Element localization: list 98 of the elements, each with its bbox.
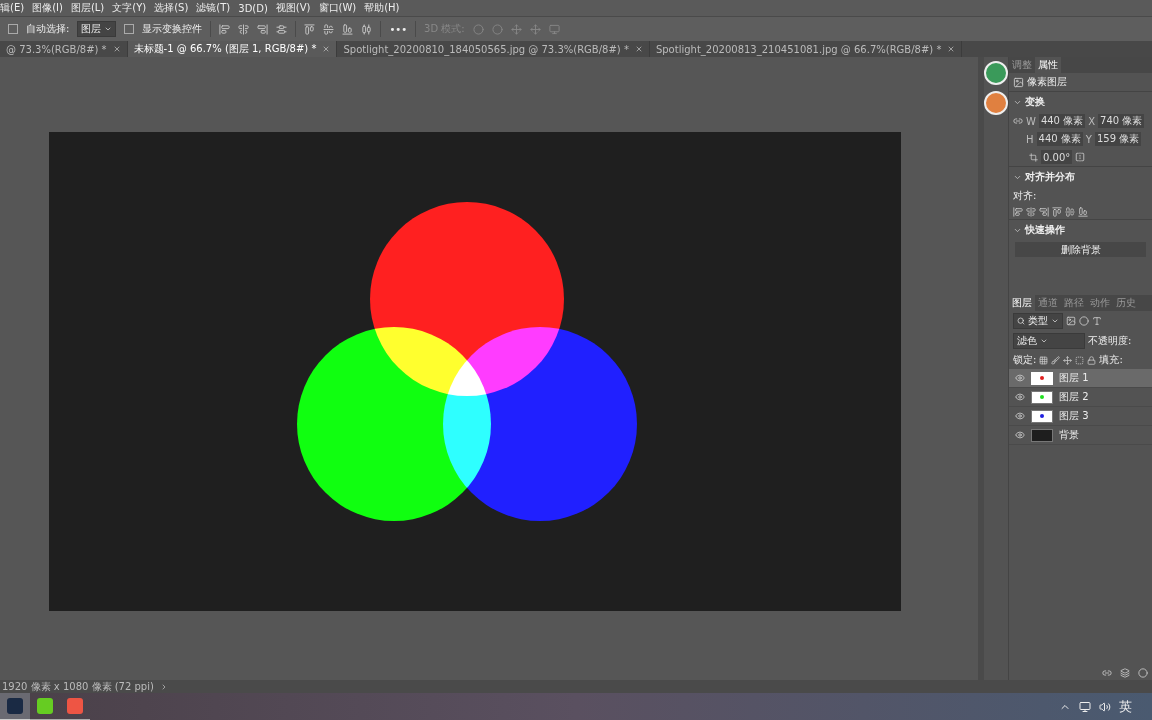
fill-label: 填充: [1099,353,1123,367]
menu-item[interactable]: 视图(V) [275,1,311,15]
menu-item[interactable]: 3D(D) [238,2,268,14]
layer-row[interactable]: 背景 [1009,426,1152,445]
menu-item[interactable]: 选择(S) [154,1,189,15]
align-icon[interactable] [1013,207,1023,217]
align-icon[interactable] [361,23,373,35]
align-label: 对齐: [1013,189,1037,203]
section-title: 对齐并分布 [1025,170,1075,184]
grid-icon[interactable] [1039,355,1049,365]
volume-icon[interactable] [1099,700,1111,713]
panel-tab[interactable]: 通道 [1035,295,1061,311]
target-dropdown[interactable]: 图层 [77,21,117,37]
checkbox[interactable] [124,24,135,34]
3d-tool-icon[interactable] [548,23,560,35]
close-icon[interactable] [322,45,331,53]
monitor-icon[interactable] [1079,700,1091,713]
panel-tab[interactable]: 调整 [1009,57,1035,73]
align-icon[interactable] [238,23,250,35]
field-label: W [1026,115,1036,127]
brush-icon[interactable] [1051,355,1061,365]
panel-tab[interactable]: 动作 [1087,295,1113,311]
auto-select-label: 自动选择: [26,22,70,36]
menu-item[interactable]: 图层(L) [70,1,105,15]
remove-background-button[interactable]: 删除背景 [1015,242,1146,257]
align-icon[interactable] [323,23,335,35]
layers-icon[interactable] [1120,668,1130,678]
close-icon[interactable] [634,45,643,53]
field-label: Y [1085,133,1092,145]
align-icon[interactable] [1039,207,1049,217]
x-field[interactable]: 740 像素 [1098,114,1145,128]
close-icon[interactable] [947,45,956,53]
section-title: 快速操作 [1025,223,1065,237]
caret-icon [1040,337,1048,345]
align-icon[interactable] [304,23,316,35]
lock-label: 锁定: [1013,353,1037,367]
layer-row[interactable]: 图层 1 [1009,369,1152,388]
y-field[interactable]: 159 像素 [1094,132,1142,146]
align-icon[interactable] [1065,207,1075,217]
show-transform-label: 显示变换控件 [142,22,203,36]
checkbox[interactable] [8,24,18,34]
input-method-indicator[interactable]: 英 [1119,697,1132,716]
align-icon[interactable] [1078,207,1088,217]
menu-item[interactable]: 文字(Y) [112,1,147,15]
blend-mode-dropdown[interactable]: 滤色 [1013,333,1085,349]
layer-name: 图层 3 [1059,409,1089,423]
document-tab[interactable]: 未标题-1 @ 66.7% (图层 1, RGB/8#) * [127,41,338,57]
panel-tab[interactable]: 属性 [1035,57,1061,73]
search-icon [1017,317,1025,325]
opacity-label: 不透明度: [1088,334,1132,348]
3d-tool-icon[interactable] [510,23,522,35]
panel-tab[interactable]: 历史 [1113,295,1139,311]
align-icon[interactable] [257,23,269,35]
align-icon[interactable] [276,23,288,35]
caret-icon [1051,317,1059,325]
image-icon[interactable] [1066,316,1076,326]
layer-name: 图层 1 [1059,371,1089,385]
align-icon[interactable] [219,23,231,35]
layer-name: 背景 [1059,428,1079,442]
width-field[interactable]: 440 像素 [1038,114,1086,128]
link-icon[interactable] [1013,116,1023,126]
more-button[interactable]: ••• [389,23,408,35]
menu-item[interactable]: 图像(I) [32,1,63,15]
menu-item[interactable]: 窗口(W) [318,1,357,15]
field-label: X [1088,115,1095,127]
height-field[interactable]: 440 像素 [1036,132,1083,146]
caret-icon [104,25,113,33]
menu-item[interactable]: 帮助(H) [364,1,400,15]
move-icon[interactable] [1063,355,1073,365]
angle-field[interactable]: 0.00° [1041,150,1073,164]
circle-icon[interactable] [1138,668,1148,678]
layer-row[interactable]: 图层 3 [1009,407,1152,426]
menu-item[interactable]: 滤镜(T) [196,1,231,15]
image-icon [1013,76,1024,88]
circle-icon[interactable] [1079,316,1089,326]
taskbar-app[interactable] [0,692,30,720]
section-title: 变换 [1025,95,1045,109]
layer-kind-label: 像素图层 [1027,75,1067,89]
align-icon[interactable] [1052,207,1062,217]
align-icon[interactable] [342,23,354,35]
menu-item[interactable]: 辑(E) [0,1,25,15]
align-icon[interactable] [1026,207,1036,217]
document-size-text: 1920 像素 x 1080 像素 (72 ppi) [2,679,154,694]
panel-tab[interactable]: 图层 [1009,295,1035,311]
3d-tool-icon[interactable] [529,23,541,35]
layer-name: 图层 2 [1059,390,1089,404]
panel-tab[interactable]: 路径 [1061,295,1087,311]
text-icon[interactable] [1092,316,1102,326]
link-icon[interactable] [1102,668,1112,678]
close-icon[interactable] [112,45,121,53]
eye-icon[interactable] [1015,373,1025,383]
eye-icon[interactable] [1015,392,1025,402]
eye-icon[interactable] [1015,411,1025,421]
filter-dropdown[interactable]: 类型 [1013,313,1063,329]
layer-row[interactable]: 图层 2 [1009,388,1152,407]
field-label: H [1026,133,1034,145]
lock-icon[interactable] [1087,355,1097,365]
eye-icon[interactable] [1015,430,1025,440]
